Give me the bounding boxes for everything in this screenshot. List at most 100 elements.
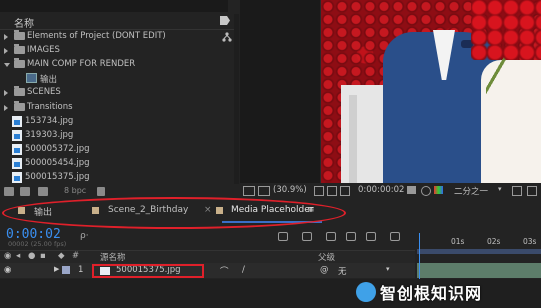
shy-switch-icon[interactable]: ⌒ xyxy=(220,265,229,277)
snapshot-camera-icon[interactable] xyxy=(407,186,416,194)
parent-chevron-icon[interactable]: ▾ xyxy=(386,265,390,273)
zoom-dropdown[interactable]: (30.9%) xyxy=(273,185,307,195)
project-item[interactable]: Transitions xyxy=(0,100,220,114)
mask-visibility-icon[interactable] xyxy=(340,186,350,196)
annotation-ellipse xyxy=(2,197,346,229)
region-of-interest-icon[interactable] xyxy=(243,186,255,196)
watermark-logo xyxy=(356,282,376,302)
project-item[interactable]: MAIN COMP FOR RENDER xyxy=(0,58,220,71)
timeline-search-input[interactable]: ρ· xyxy=(80,231,89,241)
watermark-text: 智创根知识网 xyxy=(380,284,483,303)
project-item-label: SCENES xyxy=(27,87,61,98)
collapse-triangle-icon[interactable] xyxy=(4,63,10,68)
layer-label-color[interactable] xyxy=(62,266,70,274)
project-item[interactable]: 500005372.jpg xyxy=(0,143,220,156)
label-tag-icon[interactable] xyxy=(220,16,230,25)
lock-icon[interactable]: ▪ xyxy=(40,251,46,261)
time-ruler[interactable]: 01s 02s 03s xyxy=(415,227,541,262)
eye-icon[interactable]: ◉ xyxy=(4,251,11,261)
show-snapshot-icon[interactable] xyxy=(421,186,431,196)
trash-icon[interactable] xyxy=(97,187,105,196)
fit-icon[interactable] xyxy=(314,186,324,196)
project-item-label: 319303.jpg xyxy=(25,129,74,140)
project-item[interactable]: Elements of Project (DONT EDIT) xyxy=(0,30,220,43)
project-item-label: IMAGES xyxy=(27,45,60,56)
project-item-label: Transitions xyxy=(27,101,73,112)
project-column-header: 名称 xyxy=(0,14,234,30)
channel-icon[interactable] xyxy=(434,186,443,194)
expand-triangle-icon[interactable] xyxy=(4,34,8,40)
new-composition-icon[interactable] xyxy=(38,187,48,196)
name-column-label[interactable]: 名称 xyxy=(14,15,34,30)
ruler-tick: 01s xyxy=(451,237,465,246)
project-item[interactable]: 500005454.jpg xyxy=(0,157,220,170)
motion-blur-icon[interactable] xyxy=(366,232,376,241)
project-item-label: MAIN COMP FOR RENDER xyxy=(27,59,136,70)
rose-bouquet xyxy=(471,0,541,60)
layer-column-header: ◉ ◂ ● ▪ ◆ # 源名称 父级 xyxy=(0,250,415,264)
project-item[interactable]: SCENES xyxy=(0,86,220,99)
quality-switch-icon[interactable]: / xyxy=(242,265,245,275)
frame-blending-icon[interactable] xyxy=(346,232,356,241)
parent-column[interactable]: 父级 xyxy=(318,251,335,263)
project-item-label: 500015375.jpg xyxy=(25,172,90,182)
current-time-indicator[interactable] xyxy=(419,233,420,283)
shy-layers-icon[interactable] xyxy=(326,232,336,241)
bench-slat xyxy=(349,95,357,183)
eye-icon[interactable]: ◉ xyxy=(4,265,11,275)
ruler-tick: 03s xyxy=(523,237,537,246)
image-file-icon xyxy=(12,115,22,127)
toggle-transparency-icon[interactable] xyxy=(527,186,537,196)
project-item-label: Elements of Project (DONT EDIT) xyxy=(27,31,166,41)
source-name-column[interactable]: 源名称 xyxy=(100,251,126,263)
expand-triangle-icon[interactable] xyxy=(4,104,8,111)
audio-icon[interactable]: ◂ xyxy=(16,251,20,261)
project-scrollbar[interactable] xyxy=(234,14,239,184)
pick-whip-icon[interactable]: @ xyxy=(320,265,329,275)
project-item-label: 输出 xyxy=(40,75,58,86)
layer-duration-bar[interactable] xyxy=(417,263,541,278)
project-item[interactable]: IMAGES xyxy=(0,44,220,57)
folder-icon xyxy=(14,58,25,69)
solo-icon[interactable]: ● xyxy=(28,251,35,261)
folder-icon xyxy=(14,30,25,40)
ruler-tick: 02s xyxy=(487,237,501,246)
grid-overlay-icon[interactable] xyxy=(258,186,270,196)
project-item[interactable]: 319303.jpg xyxy=(0,129,220,142)
color-depth-label[interactable]: 8 bpc xyxy=(64,186,86,195)
image-file-icon xyxy=(12,129,22,141)
project-search-field[interactable] xyxy=(0,0,228,12)
project-footer: 8 bpc xyxy=(0,186,240,198)
flowchart-icon[interactable] xyxy=(222,32,232,42)
draft-3d-icon[interactable] xyxy=(302,232,312,241)
layer-number: 1 xyxy=(78,265,84,275)
transparency-grid-icon[interactable] xyxy=(327,186,337,196)
project-item[interactable]: 输出 xyxy=(0,72,220,85)
project-item[interactable]: 500015375.jpg xyxy=(0,171,220,184)
composition-mini-flowchart-icon[interactable] xyxy=(278,232,288,241)
interpret-footage-icon[interactable] xyxy=(4,187,14,196)
annotation-box xyxy=(92,264,204,278)
folder-icon xyxy=(14,100,25,111)
viewer-timecode[interactable]: 0:00:00:02 xyxy=(358,185,404,195)
parent-dropdown[interactable]: 无 xyxy=(338,265,347,277)
project-panel: 名称 Elements of Project (DONT EDIT) IMAGES… xyxy=(0,0,240,188)
resolution-dropdown[interactable]: 二分之一 xyxy=(454,185,488,197)
new-folder-icon[interactable] xyxy=(20,187,30,196)
viewer-pasteboard xyxy=(240,0,321,183)
folder-icon xyxy=(14,44,25,55)
project-item[interactable]: 153734.jpg xyxy=(0,115,220,128)
target-region-icon[interactable] xyxy=(512,186,522,196)
expand-layer-icon[interactable]: ▶ xyxy=(54,265,59,273)
resolution-chevron-icon[interactable]: ▾ xyxy=(498,185,502,193)
preview-image xyxy=(321,0,541,183)
image-file-icon xyxy=(12,143,22,155)
expand-triangle-icon[interactable] xyxy=(4,90,8,97)
expand-triangle-icon[interactable] xyxy=(4,48,8,55)
number-column-icon: # xyxy=(72,251,80,261)
graph-editor-icon[interactable] xyxy=(390,232,400,241)
image-file-icon xyxy=(12,172,22,183)
label-column-icon[interactable]: ◆ xyxy=(58,251,65,261)
composition-icon xyxy=(26,73,37,84)
work-area-bar[interactable] xyxy=(417,249,541,254)
